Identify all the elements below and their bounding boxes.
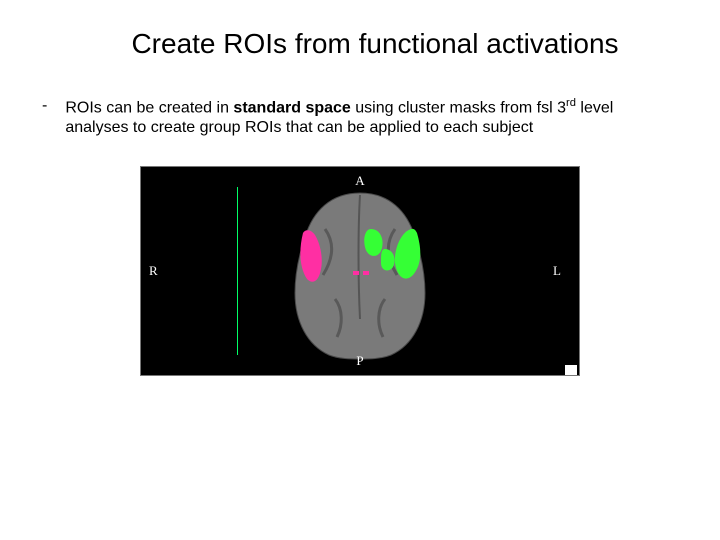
- orientation-label-anterior: A: [355, 173, 364, 189]
- brain-figure: A P R L: [140, 166, 580, 376]
- bullet-item: - ROIs can be created in standard space …: [40, 96, 680, 138]
- corner-marker: [565, 365, 577, 375]
- slide-title: Create ROIs from functional activations: [40, 28, 680, 60]
- orientation-label-left: L: [553, 263, 561, 279]
- bullet-marker: -: [42, 96, 47, 117]
- orientation-label-posterior: P: [356, 353, 363, 369]
- brain-axial-slice: [285, 189, 435, 361]
- bullet-text: ROIs can be created in standard space us…: [65, 96, 680, 138]
- crosshair-vertical: [237, 187, 238, 355]
- orientation-label-right: R: [149, 263, 158, 279]
